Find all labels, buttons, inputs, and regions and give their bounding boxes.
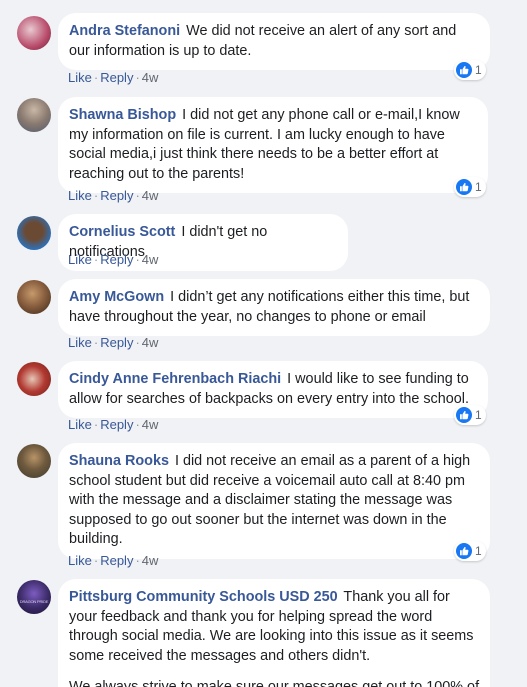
comment-bubble: Shawna Bishop I did not get any phone ca… xyxy=(58,97,488,194)
comment-bubble: Cindy Anne Fehrenbach Riachi I would lik… xyxy=(58,361,488,419)
thumbs-up-icon xyxy=(456,179,472,195)
separator-dot: · xyxy=(135,417,140,432)
timestamp[interactable]: 4w xyxy=(142,252,159,267)
like-link[interactable]: Like xyxy=(68,70,92,85)
thumbs-up-icon xyxy=(456,543,472,559)
comment-author[interactable]: Amy McGown xyxy=(69,289,164,305)
reaction-count[interactable]: 1 xyxy=(454,177,486,197)
avatar[interactable] xyxy=(17,280,51,314)
comment-bubble: Andra Stefanoni We did not receive an al… xyxy=(58,13,490,71)
separator-dot: · xyxy=(93,553,99,568)
avatar-text: DRAGON PRIDE xyxy=(19,599,49,604)
reaction-count[interactable]: 1 xyxy=(454,405,486,425)
comment-author[interactable]: Shawna Bishop xyxy=(69,107,176,123)
separator-dot: · xyxy=(135,335,140,350)
comment-bubble: Amy McGown I didn’t get any notification… xyxy=(58,279,490,337)
avatar[interactable] xyxy=(17,362,51,396)
thumbs-up-icon xyxy=(456,407,472,423)
thumbs-up-icon xyxy=(456,62,472,78)
comment-actions: Like · Reply · 4w xyxy=(68,417,158,432)
reply-link[interactable]: Reply xyxy=(100,252,133,267)
avatar[interactable] xyxy=(17,444,51,478)
comment-actions: Like · Reply · 4w xyxy=(68,553,158,568)
comment-bubble: Pittsburg Community Schools USD 250 Than… xyxy=(58,579,490,687)
reaction-number: 1 xyxy=(475,180,482,194)
like-link[interactable]: Like xyxy=(68,335,92,350)
avatar[interactable]: DRAGON PRIDE xyxy=(17,580,51,614)
comment-author[interactable]: Cornelius Scott xyxy=(69,224,175,240)
reaction-number: 1 xyxy=(475,63,482,77)
reaction-number: 1 xyxy=(475,408,482,422)
comment-actions: Like · Reply · 4w xyxy=(68,188,158,203)
timestamp[interactable]: 4w xyxy=(142,417,159,432)
reply-link[interactable]: Reply xyxy=(100,417,133,432)
avatar[interactable] xyxy=(17,98,51,132)
reply-link[interactable]: Reply xyxy=(100,70,133,85)
comment-actions: Like · Reply · 4w xyxy=(68,252,158,267)
reaction-count[interactable]: 1 xyxy=(454,60,486,80)
timestamp[interactable]: 4w xyxy=(142,553,159,568)
comment-text-continued: We always strive to make sure our messag… xyxy=(69,678,479,687)
comment-actions: Like · Reply · 4w xyxy=(68,70,158,85)
reply-link[interactable]: Reply xyxy=(100,335,133,350)
like-link[interactable]: Like xyxy=(68,252,92,267)
separator-dot: · xyxy=(93,252,99,267)
reaction-count[interactable]: 1 xyxy=(454,541,486,561)
comment-author[interactable]: Andra Stefanoni xyxy=(69,23,180,39)
separator-dot: · xyxy=(135,553,140,568)
timestamp[interactable]: 4w xyxy=(142,188,159,203)
timestamp[interactable]: 4w xyxy=(142,70,159,85)
separator-dot: · xyxy=(93,335,99,350)
comment-author[interactable]: Pittsburg Community Schools USD 250 xyxy=(69,589,338,605)
comment-actions: Like · Reply · 4w xyxy=(68,335,158,350)
like-link[interactable]: Like xyxy=(68,188,92,203)
comment-paragraph: Pittsburg Community Schools USD 250 Than… xyxy=(69,588,479,666)
avatar[interactable] xyxy=(17,16,51,50)
separator-dot: · xyxy=(135,188,140,203)
like-link[interactable]: Like xyxy=(68,553,92,568)
separator-dot: · xyxy=(93,70,99,85)
reply-link[interactable]: Reply xyxy=(100,188,133,203)
reaction-number: 1 xyxy=(475,544,482,558)
timestamp[interactable]: 4w xyxy=(142,335,159,350)
like-link[interactable]: Like xyxy=(68,417,92,432)
reply-link[interactable]: Reply xyxy=(100,553,133,568)
avatar[interactable] xyxy=(17,216,51,250)
separator-dot: · xyxy=(135,70,140,85)
separator-dot: · xyxy=(93,417,99,432)
comment-bubble: Shauna Rooks I did not receive an email … xyxy=(58,443,490,559)
comment-author[interactable]: Shauna Rooks xyxy=(69,453,169,469)
separator-dot: · xyxy=(135,252,140,267)
comment-author[interactable]: Cindy Anne Fehrenbach Riachi xyxy=(69,371,281,387)
separator-dot: · xyxy=(93,188,99,203)
